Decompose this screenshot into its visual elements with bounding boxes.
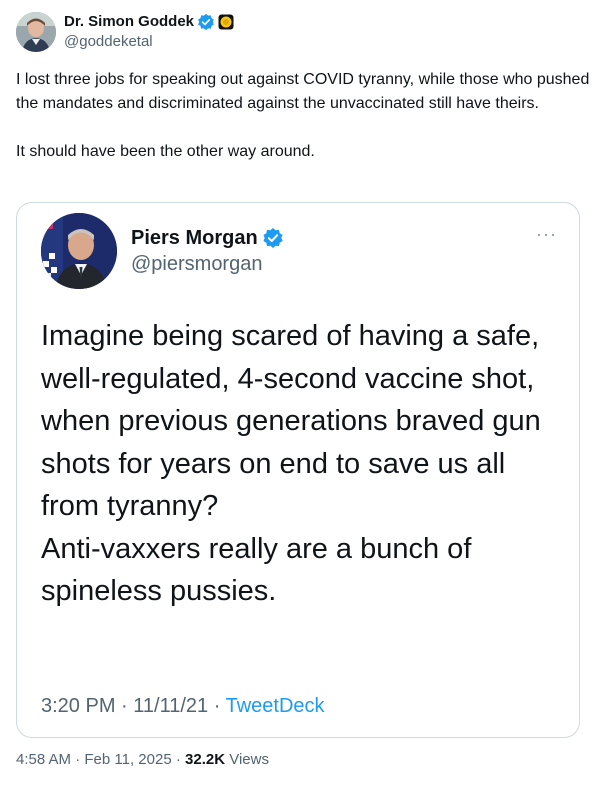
quoted-name-row: Piers Morgan [131, 225, 284, 251]
meta-separator: · [213, 695, 221, 717]
views-label: Views [229, 751, 269, 768]
tweet-paragraph: I lost three jobs for speaking out again… [16, 71, 590, 112]
meta-separator: · [121, 695, 128, 717]
author-display-name[interactable]: Dr. Simon Goddek [64, 12, 194, 32]
tweet-text: I lost three jobs for speaking out again… [16, 68, 596, 164]
quoted-display-name[interactable]: Piers Morgan [131, 225, 258, 251]
quoted-tweet-card[interactable]: Piers Morgan @piersmorgan ··· Imagine be… [16, 202, 580, 738]
quoted-text: Imagine being scared of having a safe, w… [41, 315, 561, 613]
views-count[interactable]: 32.2K [185, 751, 225, 768]
quoted-date: 11/11/21 [133, 695, 209, 717]
quoted-paragraph: Anti-vaxxers really are a bunch of spine… [41, 532, 472, 608]
quoted-names: Piers Morgan @piersmorgan [131, 225, 284, 277]
tweet-time[interactable]: 4:58 AM [16, 751, 71, 768]
author-avatar[interactable] [16, 12, 56, 52]
verified-badge-icon [197, 13, 215, 31]
quoted-source-link[interactable]: TweetDeck [226, 695, 325, 717]
quoted-header: Piers Morgan @piersmorgan [41, 213, 284, 289]
quoted-meta: 3:20 PM · 11/11/21 · TweetDeck [41, 693, 325, 719]
author-handle[interactable]: @goddeketal [64, 32, 234, 52]
tweet-footer: 4:58 AM · Feb 11, 2025 · 32.2K Views [16, 750, 269, 770]
affiliate-badge-icon[interactable] [218, 14, 234, 30]
tweet-paragraph: It should have been the other way around… [16, 143, 315, 160]
meta-separator: · [75, 751, 81, 768]
author-names: Dr. Simon Goddek @goddeketal [64, 12, 234, 52]
quoted-author-avatar[interactable] [41, 213, 117, 289]
tweet-date[interactable]: Feb 11, 2025 [84, 751, 171, 768]
meta-separator: · [175, 751, 181, 768]
quoted-time: 3:20 PM [41, 695, 116, 717]
more-options-icon[interactable]: ··· [536, 225, 557, 243]
quoted-paragraph: Imagine being scared of having a safe, w… [41, 320, 541, 522]
author-name-row: Dr. Simon Goddek [64, 12, 234, 32]
quoted-handle[interactable]: @piersmorgan [131, 251, 284, 277]
tweet: Dr. Simon Goddek @goddeketal I lost thre… [0, 0, 611, 789]
tweet-header: Dr. Simon Goddek @goddeketal [16, 10, 234, 54]
verified-badge-icon [263, 228, 283, 248]
